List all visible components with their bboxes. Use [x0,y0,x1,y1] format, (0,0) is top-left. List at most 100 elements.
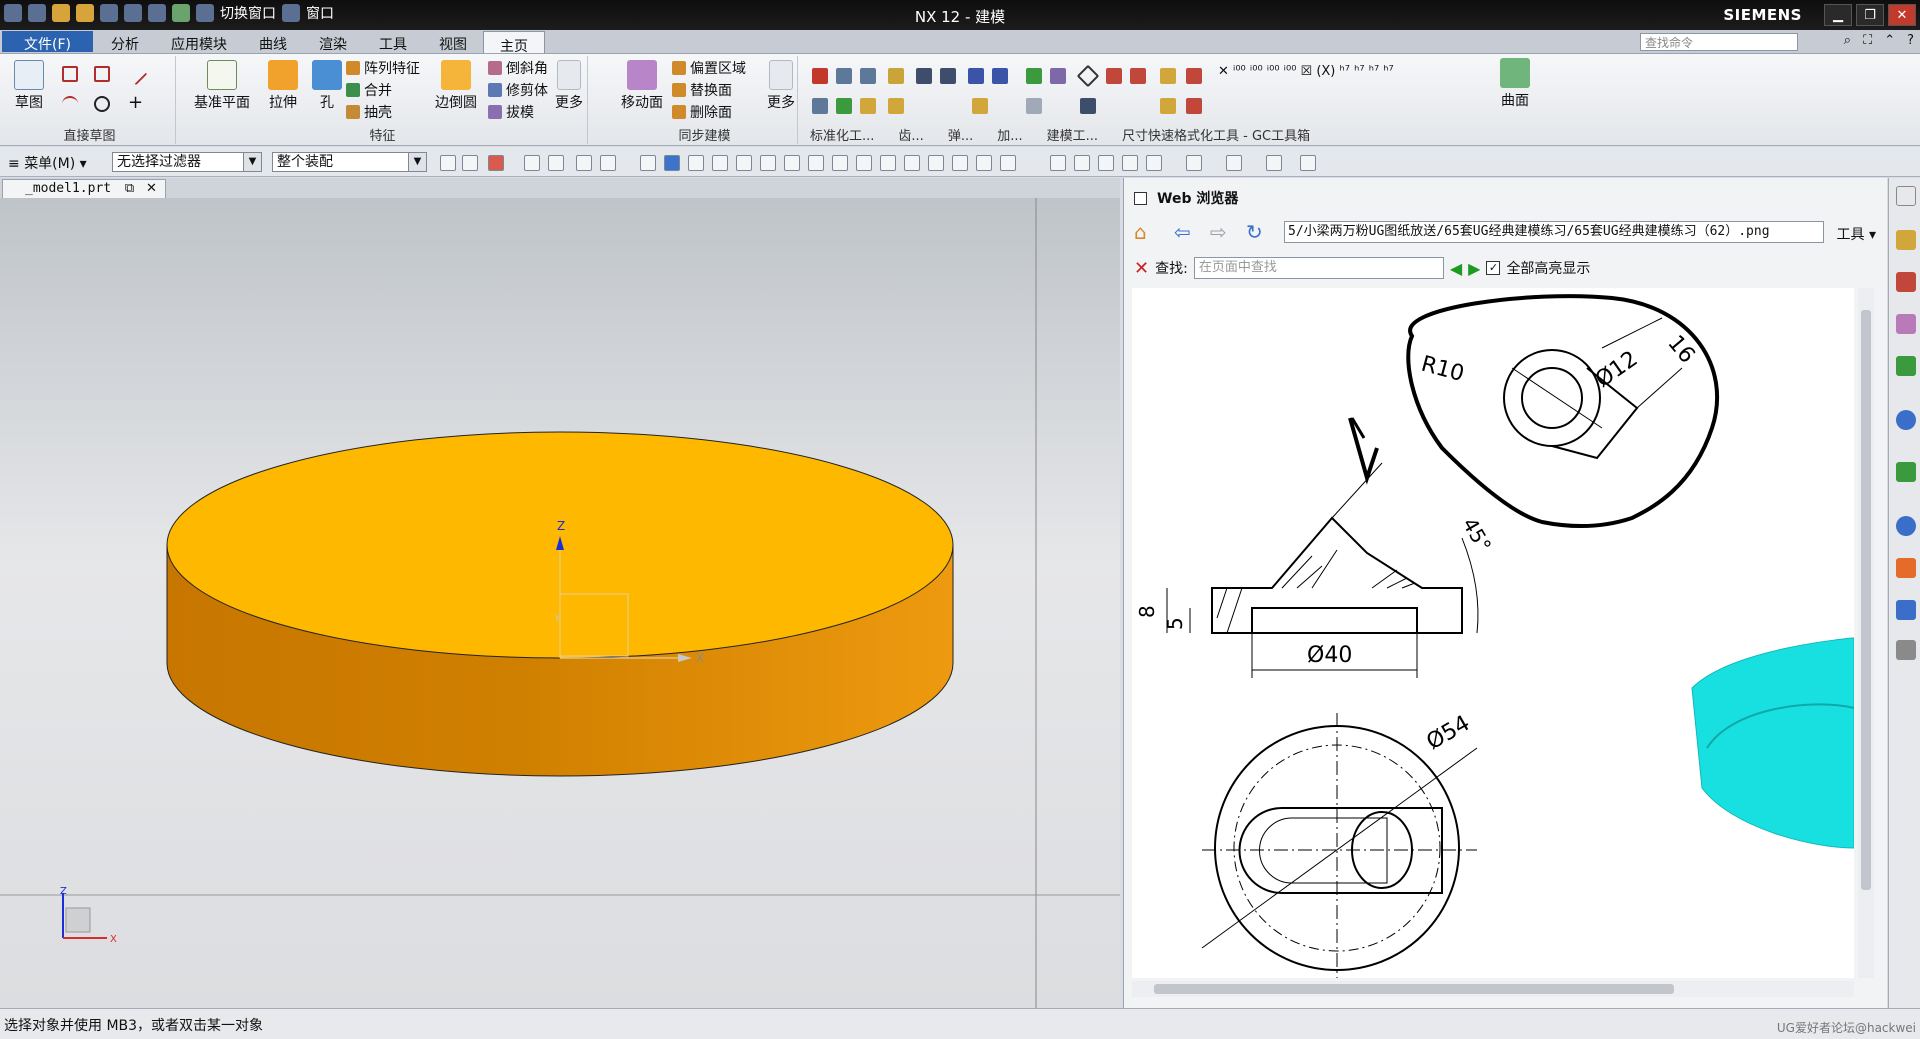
settings-icon[interactable] [1896,186,1916,206]
standard-part-icon[interactable] [812,68,828,84]
tab-render[interactable]: 渲染 [303,30,363,53]
move-feature-icon[interactable] [1130,68,1146,84]
tab-tools[interactable]: 工具 [363,30,423,53]
fit-icon[interactable] [1050,155,1066,171]
offset-region-button[interactable]: 偏置区域 [672,58,746,78]
line-icon[interactable] [124,62,148,86]
circle-icon[interactable] [94,96,110,112]
selection-filter-select[interactable]: 无选择过滤器 ▼ [112,152,262,172]
tube-icon[interactable] [888,98,904,114]
web-browser-icon[interactable] [1896,410,1916,430]
vertical-scrollbar[interactable] [1858,288,1874,978]
datum-plane-button[interactable]: 基准平面 [192,60,252,112]
render-style-icon[interactable] [1186,155,1202,171]
box-select-icon[interactable] [600,155,616,171]
close-tab-icon[interactable]: ✕ [146,181,157,196]
document-tab[interactable]: _model1.prt ⧉ ✕ [2,179,166,198]
draft-button[interactable]: 拔模 [488,102,534,122]
constraint-navigator-icon[interactable] [1896,272,1916,292]
snap-all-icon[interactable] [976,155,992,171]
tab-curve[interactable]: 曲线 [243,30,303,53]
tab-applications[interactable]: 应用模块 [155,30,243,53]
assembly-navigator-icon[interactable] [1896,230,1916,250]
toolbox-label-add[interactable]: 加... [997,125,1022,144]
mid-point-icon[interactable] [736,155,752,171]
orient-icon[interactable] [1146,155,1162,171]
system-scenes-icon[interactable] [1896,640,1916,660]
file-menu-button[interactable]: 文件(F) [2,31,93,53]
shaft-icon[interactable] [968,68,984,84]
sketch-button[interactable]: 草图 [4,60,54,112]
rectangle-icon[interactable] [94,66,110,82]
help-icon[interactable]: ? [1907,33,1914,48]
sheet-icon[interactable] [916,68,932,84]
delete-face-button[interactable]: 删除面 [672,102,732,122]
toolbox-label-standard[interactable]: 标准化工... [810,125,874,144]
highlight-all-checkbox[interactable]: ✓ [1486,261,1501,275]
view-icon[interactable] [640,155,656,171]
lock2-icon[interactable] [1160,98,1176,114]
fastener-icon[interactable] [888,68,904,84]
spring-icon[interactable] [860,68,876,84]
collapse-ribbon-icon[interactable]: ⌃ [1884,33,1895,48]
assembly-scope-select[interactable]: 整个装配 ▼ [272,152,427,172]
intersection-icon[interactable] [784,155,800,171]
tangent-icon[interactable] [832,155,848,171]
url-field[interactable]: 5/小梁两万粉UG图纸放送/65套UG经典建模练习/65套UG经典建模练习（62… [1284,221,1824,243]
move-face-button[interactable]: 移动面 [612,60,672,112]
toolbox-label-spring[interactable]: 弹... [948,125,973,144]
toolbox-label-gear[interactable]: 齿... [898,125,923,144]
tools-menu-button[interactable]: 工具 ▾ [1837,224,1876,244]
part-navigator-icon[interactable] [1896,314,1916,334]
scroll-thumb[interactable] [1861,310,1871,890]
extrude-button[interactable]: 拉伸 [258,60,308,112]
control-point-icon[interactable] [760,155,776,171]
cut-feature-icon[interactable] [1106,68,1122,84]
point-icon[interactable]: + [128,94,144,112]
reuse-library-icon[interactable] [1896,356,1916,376]
toolbox-label-modeling[interactable]: 建模工... [1047,125,1098,144]
gear-icon[interactable] [836,68,852,84]
history-icon[interactable] [1896,462,1916,482]
lock-icon[interactable] [1160,68,1176,84]
profile-icon[interactable] [62,66,78,82]
chamfer-button[interactable]: 倒斜角 [488,58,548,78]
home-icon[interactable]: ⌂ [1134,220,1147,244]
trace-icon[interactable] [836,98,852,114]
scroll-thumb[interactable] [1154,984,1674,994]
forward-icon[interactable]: ⇨ [1210,220,1227,244]
filter-icon[interactable] [488,155,504,171]
deselect-icon[interactable] [462,155,478,171]
replace-face-button[interactable]: 替换面 [672,80,732,100]
roles-icon[interactable] [1896,600,1916,620]
zoom-icon[interactable] [1074,155,1090,171]
pin-icon[interactable]: ⧉ [125,181,134,196]
back-icon[interactable]: ⇦ [1174,220,1191,244]
sync-more-button[interactable]: 更多 [762,60,800,112]
fullscreen-icon[interactable]: ⛶ [1863,33,1872,48]
hole-button[interactable]: 孔 [302,60,352,112]
copy-body-icon[interactable] [1026,98,1042,114]
sweep-icon[interactable] [1050,68,1066,84]
edge-blend-button[interactable]: 边倒圆 [428,60,484,112]
point-on-face-icon[interactable] [928,155,944,171]
search-icon[interactable]: ⌕ [1844,33,1851,48]
arc-icon[interactable] [62,96,78,112]
horizontal-scrollbar[interactable] [1132,981,1854,997]
graphics-window[interactable]: Z X Y Z X [0,198,1120,1008]
command-search-input[interactable]: 查找命令 [1640,33,1798,51]
mold-icon[interactable] [812,98,828,114]
check-dim-icon[interactable] [1186,98,1202,114]
quadrant-icon[interactable] [856,155,872,171]
pan-icon[interactable] [1122,155,1138,171]
tab-home[interactable]: 主页 [482,31,545,55]
show-hide-icon[interactable] [1300,155,1316,171]
shell-button[interactable]: 抽壳 [346,102,392,122]
tab-view[interactable]: 视图 [423,30,483,53]
existing-point-icon[interactable] [880,155,896,171]
arc-center-icon[interactable] [808,155,824,171]
clock-icon[interactable] [1896,516,1916,536]
close-find-icon[interactable]: ✕ [1134,258,1149,279]
menu-button[interactable]: ≡ 菜单(M) ▾ [8,153,87,173]
weld-icon[interactable] [940,68,956,84]
